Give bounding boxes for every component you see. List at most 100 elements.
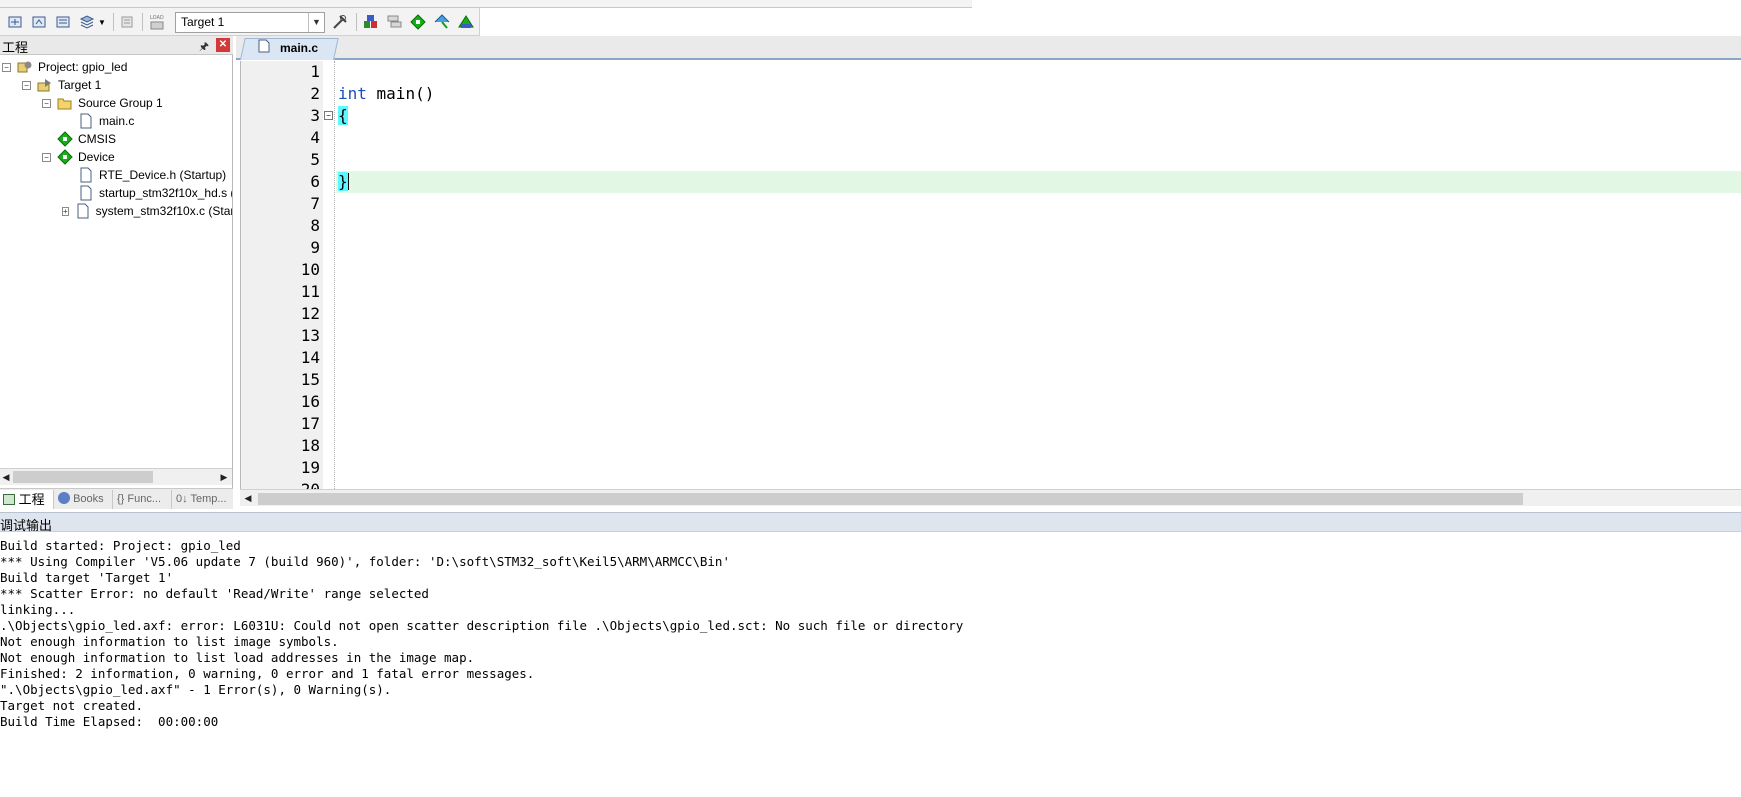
output-line: Not enough information to list image sym… bbox=[0, 634, 339, 649]
build-output-panel[interactable]: Build started: Project: gpio_led *** Usi… bbox=[0, 533, 1741, 797]
line-number: 9 bbox=[310, 238, 320, 257]
code-line-3: { bbox=[338, 106, 348, 125]
options-for-target-icon[interactable] bbox=[331, 13, 349, 31]
tree-item-project[interactable]: − Project: gpio_led bbox=[2, 58, 127, 76]
tab-label: 工程 bbox=[18, 492, 45, 507]
tree-item-target[interactable]: − Target 1 bbox=[22, 76, 101, 94]
collapse-icon[interactable]: − bbox=[42, 152, 51, 162]
line-number: 3 bbox=[310, 106, 320, 125]
line-number: 12 bbox=[300, 304, 320, 323]
output-line: Not enough information to list load addr… bbox=[0, 650, 475, 665]
collapse-icon[interactable]: − bbox=[42, 98, 51, 108]
line-number: 15 bbox=[300, 370, 320, 389]
current-line-highlight bbox=[336, 171, 1741, 193]
scrollbar-thumb[interactable] bbox=[13, 471, 153, 483]
editor-horizontal-scrollbar[interactable]: ◀ bbox=[240, 489, 1741, 506]
expand-icon[interactable]: + bbox=[62, 206, 69, 216]
tab-main-c-label[interactable]: main.c bbox=[258, 39, 318, 56]
translate-icon[interactable] bbox=[6, 13, 24, 31]
output-line: ".\Objects\gpio_led.axf" - 1 Error(s), 0… bbox=[0, 682, 392, 697]
line-number: 6 bbox=[310, 172, 320, 191]
line-number: 18 bbox=[300, 436, 320, 455]
line-number: 16 bbox=[300, 392, 320, 411]
scrollbar-thumb[interactable] bbox=[258, 493, 1523, 505]
pack-installer-icon[interactable] bbox=[457, 13, 475, 31]
batch-build-icon[interactable] bbox=[78, 13, 96, 31]
menu-strip bbox=[0, 0, 972, 8]
tree-horizontal-scrollbar[interactable]: ◀ ▶ bbox=[0, 468, 232, 485]
stop-build-icon[interactable] bbox=[118, 13, 136, 31]
output-line: linking... bbox=[0, 602, 76, 617]
file-icon bbox=[75, 203, 91, 219]
scroll-left-icon[interactable]: ◀ bbox=[0, 470, 12, 484]
tab-label: {} Func... bbox=[117, 493, 162, 505]
component-icon bbox=[57, 149, 73, 165]
text-cursor bbox=[347, 173, 349, 190]
project-tab-icon bbox=[3, 494, 15, 505]
project-icon bbox=[17, 59, 33, 75]
build-output-header: 调试输出 bbox=[0, 512, 1741, 533]
tree-item-cmsis[interactable]: CMSIS bbox=[57, 130, 116, 148]
fold-margin bbox=[323, 61, 335, 489]
line-number: 11 bbox=[300, 282, 320, 301]
tab-books[interactable]: Books bbox=[55, 490, 113, 509]
project-panel-tabs: 工程 Books {} Func... 0↓ Temp... bbox=[0, 488, 233, 509]
tree-item-label: Target 1 bbox=[58, 78, 102, 92]
tree-item-rte-device[interactable]: RTE_Device.h (Startup) bbox=[78, 166, 226, 184]
line-number: 17 bbox=[300, 414, 320, 433]
close-icon[interactable]: ✕ bbox=[216, 38, 230, 52]
target-icon bbox=[37, 77, 53, 93]
chevron-down-icon[interactable]: ▼ bbox=[308, 13, 324, 32]
download-icon[interactable]: LOAD bbox=[148, 13, 166, 31]
output-line: Target not created. bbox=[0, 698, 143, 713]
project-panel: 工程 🖈 ✕ − Project: gpio_led − Target 1 − … bbox=[0, 36, 233, 509]
project-panel-header: 工程 🖈 ✕ bbox=[0, 36, 233, 55]
tab-label: Books bbox=[73, 493, 104, 505]
tree-item-source-group[interactable]: − Source Group 1 bbox=[42, 94, 163, 112]
tree-item-device[interactable]: − Device bbox=[42, 148, 115, 166]
project-panel-title: 工程 bbox=[2, 40, 29, 55]
tree-item-system[interactable]: + system_stm32f10x.c (Startup) bbox=[62, 202, 232, 220]
code-text: main() bbox=[366, 84, 435, 103]
scroll-right-icon[interactable]: ▶ bbox=[218, 470, 230, 484]
collapse-icon[interactable]: − bbox=[22, 80, 31, 90]
output-line: Build Time Elapsed: 00:00:00 bbox=[0, 714, 219, 729]
target-select[interactable]: Target 1 ▼ bbox=[175, 12, 325, 33]
svg-text:LOAD: LOAD bbox=[150, 15, 164, 21]
line-number: 7 bbox=[310, 194, 320, 213]
tree-item-label: startup_stm32f10x_hd.s (Startup) bbox=[99, 186, 232, 200]
select-pack-icon[interactable] bbox=[433, 13, 451, 31]
manage-rte-icon[interactable] bbox=[409, 13, 427, 31]
rebuild-icon[interactable] bbox=[54, 13, 72, 31]
file-icon bbox=[78, 113, 94, 129]
file-extensions-icon[interactable] bbox=[362, 13, 380, 31]
tree-item-startup[interactable]: startup_stm32f10x_hd.s (Startup) bbox=[78, 184, 232, 202]
scroll-left-icon[interactable]: ◀ bbox=[242, 491, 254, 505]
line-number: 2 bbox=[310, 84, 320, 103]
line-number: 4 bbox=[310, 128, 320, 147]
chevron-down-icon[interactable]: ▼ bbox=[97, 13, 107, 31]
line-number: 14 bbox=[300, 348, 320, 367]
collapse-icon[interactable]: − bbox=[2, 62, 11, 72]
build-icon[interactable] bbox=[30, 13, 48, 31]
tree-item-label: CMSIS bbox=[78, 132, 117, 146]
pin-icon[interactable]: 🖈 bbox=[199, 38, 209, 57]
code-line-6: } bbox=[338, 172, 349, 191]
manage-multi-project-icon[interactable] bbox=[386, 13, 404, 31]
code-close-brace: } bbox=[338, 172, 348, 191]
code-open-brace: { bbox=[338, 106, 348, 125]
code-editor[interactable]: 1 2 3 4 5 6 7 8 9 10 11 12 13 14 15 16 1… bbox=[240, 61, 1741, 489]
tree-item-main-c[interactable]: main.c bbox=[78, 112, 134, 130]
tab-templates[interactable]: 0↓ Temp... bbox=[173, 490, 233, 509]
tab-project[interactable]: 工程 bbox=[0, 490, 54, 509]
output-line: Build started: Project: gpio_led bbox=[0, 538, 241, 553]
tree-item-label: Source Group 1 bbox=[78, 96, 163, 110]
tab-functions[interactable]: {} Func... bbox=[114, 490, 172, 509]
tab-label: main.c bbox=[280, 40, 319, 55]
editor-tab-bar: main.c bbox=[236, 36, 1741, 60]
line-number: 20 bbox=[241, 480, 320, 489]
tree-item-label: Project: gpio_led bbox=[38, 60, 128, 74]
output-line: *** Using Compiler 'V5.06 update 7 (buil… bbox=[0, 554, 730, 569]
fold-collapse-icon[interactable]: − bbox=[324, 111, 333, 120]
books-icon bbox=[58, 492, 70, 504]
